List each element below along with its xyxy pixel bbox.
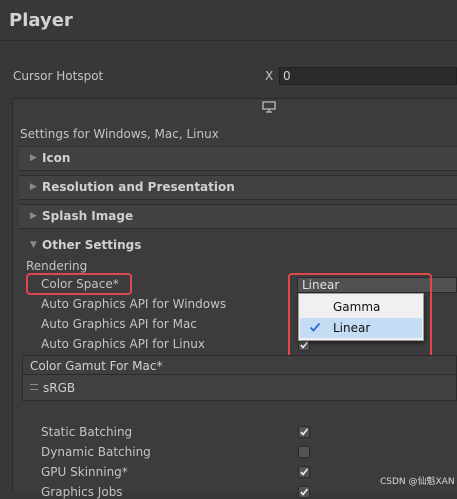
cursor-x-label: X [265,69,274,83]
graphics-jobs-label: Graphics Jobs [41,485,123,499]
dynamic-batching-checkbox[interactable] [298,446,310,458]
foldout-label-splash: Splash Image [42,209,134,223]
cursor-hotspot-label: Cursor Hotspot [13,69,104,83]
monitor-icon[interactable] [262,101,276,113]
highlight-box-label [26,273,132,295]
color-gamut-item[interactable]: sRGB [43,381,75,395]
foldout-label-icon: Icon [42,151,71,165]
watermark: CSDN @仙魁XAN [380,477,455,487]
chevron-right-icon: ▶ [30,153,37,163]
gpu-skinning-checkbox[interactable] [298,466,310,478]
static-batching-checkbox[interactable] [298,426,310,438]
foldout-label-resolution: Resolution and Presentation [42,180,235,194]
chevron-right-icon: ▶ [30,182,37,192]
static-batching-label: Static Batching [41,425,133,439]
graphics-jobs-checkbox[interactable] [298,486,310,498]
drag-handle-icon[interactable] [30,384,38,390]
foldout-label-other[interactable]: Other Settings [42,238,141,252]
auto-graphics-linux-label: Auto Graphics API for Linux [41,337,205,351]
cursor-x-input[interactable]: 0 [279,67,457,85]
page-title: Player [9,10,73,31]
auto-graphics-windows-label: Auto Graphics API for Windows [41,297,227,311]
chevron-right-icon: ▶ [30,211,37,221]
chevron-down-icon[interactable]: ▼ [30,240,37,250]
header-divider [0,40,457,41]
foldout-icon-section[interactable] [19,146,457,171]
rendering-header: Rendering [26,259,88,273]
dynamic-batching-label: Dynamic Batching [41,445,151,459]
gpu-skinning-label: GPU Skinning* [41,465,128,479]
platform-settings-label: Settings for Windows, Mac, Linux [20,127,219,141]
auto-graphics-mac-label: Auto Graphics API for Mac [41,317,197,331]
color-gamut-list [22,375,457,401]
color-gamut-label: Color Gamut For Mac* [30,359,163,373]
